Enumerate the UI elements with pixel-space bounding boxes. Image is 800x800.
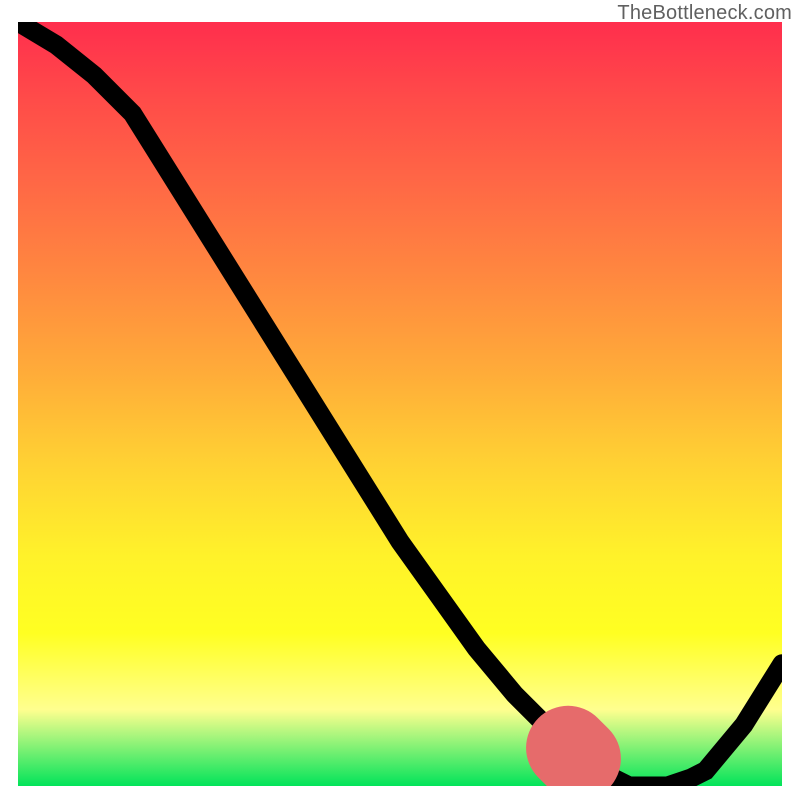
chart-container: TheBottleneck.com (0, 0, 800, 800)
watermark-text: TheBottleneck.com (617, 2, 792, 25)
bottleneck-curve-line (18, 22, 782, 786)
chart-svg (18, 22, 782, 786)
plot-area (18, 22, 782, 786)
